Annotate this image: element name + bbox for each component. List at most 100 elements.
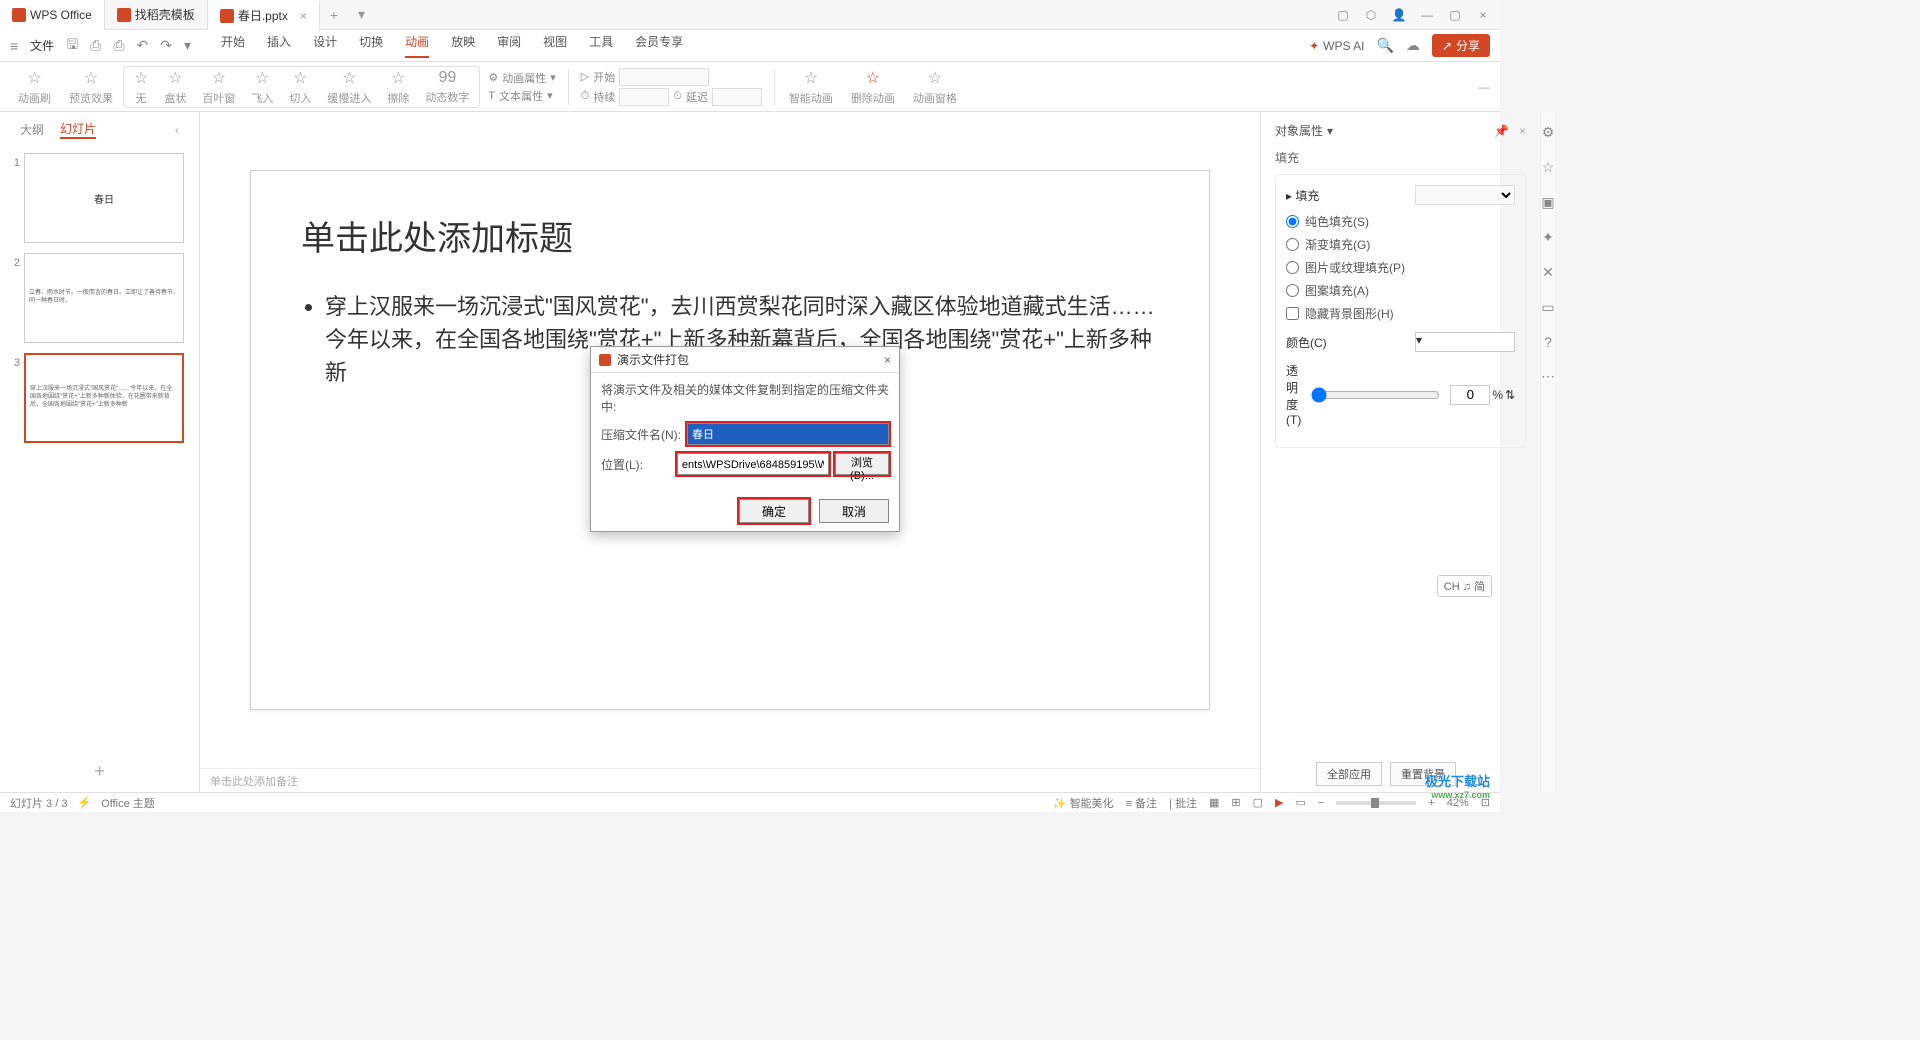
slides-tab[interactable]: 幻灯片 xyxy=(60,120,96,139)
color-picker[interactable]: ▾ xyxy=(1415,332,1515,352)
tab-template[interactable]: 找稻壳模板 xyxy=(105,0,208,30)
settings-icon[interactable]: ⚙ xyxy=(1542,124,1555,141)
star-icon[interactable]: ☆ xyxy=(1542,159,1555,176)
fill-solid-radio[interactable] xyxy=(1286,215,1299,228)
puzzle-icon[interactable]: ✦ xyxy=(1542,229,1554,246)
add-slide-button[interactable]: + xyxy=(0,751,199,792)
effect-dyn-number[interactable]: 99动态数字 xyxy=(417,69,477,105)
share-button[interactable]: ↗分享 xyxy=(1432,34,1490,57)
animation-pane[interactable]: ☆动画窗格 xyxy=(905,68,965,106)
tab-animation[interactable]: 动画 xyxy=(405,33,429,58)
pin-icon[interactable]: 📌 xyxy=(1494,124,1509,138)
duration-input[interactable] xyxy=(619,88,669,106)
palette-icon[interactable]: ✕ xyxy=(1542,264,1554,281)
tab-start[interactable]: 开始 xyxy=(221,33,245,58)
tab-design[interactable]: 设计 xyxy=(313,33,337,58)
maximize-icon[interactable]: ▢ xyxy=(1448,8,1462,22)
tab-slideshow[interactable]: 放映 xyxy=(451,33,475,58)
lightning-icon[interactable]: ⚡ xyxy=(77,796,91,809)
stepper-icon[interactable]: ⇅ xyxy=(1505,388,1515,402)
fill-picture-radio[interactable] xyxy=(1286,261,1299,274)
effect-slowenter[interactable]: ☆缓慢进入 xyxy=(319,68,379,106)
avatar-icon[interactable]: 👤 xyxy=(1392,8,1406,22)
app-icon-2[interactable]: ⬡ xyxy=(1364,8,1378,22)
hamburger-icon[interactable]: ≡ xyxy=(10,38,18,54)
fill-select[interactable] xyxy=(1415,185,1515,205)
minimize-icon[interactable]: — xyxy=(1420,8,1434,22)
file-menu[interactable]: 文件 xyxy=(30,37,54,54)
comments-button[interactable]: | 批注 xyxy=(1169,795,1197,811)
redo-icon[interactable]: ↷ xyxy=(160,37,172,54)
zoom-slider[interactable] xyxy=(1336,801,1416,805)
fill-gradient-radio[interactable] xyxy=(1286,238,1299,251)
tab-transition[interactable]: 切换 xyxy=(359,33,383,58)
close-icon[interactable]: × xyxy=(300,9,307,23)
effect-box[interactable]: ☆盒状 xyxy=(156,68,194,106)
zoom-out-icon[interactable]: − xyxy=(1318,797,1324,809)
animation-gallery[interactable]: ☆无 ☆盒状 ☆百叶窗 ☆飞入 ☆切入 ☆缓慢进入 ☆擦除 99动态数字 xyxy=(123,66,480,108)
view-reading-icon[interactable]: ▢ xyxy=(1253,796,1263,809)
ime-indicator[interactable]: CH ♫ 简 xyxy=(1437,575,1492,597)
start-input[interactable] xyxy=(619,68,709,86)
cloud-icon[interactable]: ☁ xyxy=(1406,37,1420,54)
print-preview-icon[interactable]: ⎙ xyxy=(113,37,124,54)
view-slideshow-start-icon[interactable]: ▭ xyxy=(1295,796,1305,809)
tab-file[interactable]: 春日.pptx× xyxy=(208,0,320,30)
effect-cutin[interactable]: ☆切入 xyxy=(281,68,319,106)
undo-icon[interactable]: ↶ xyxy=(137,37,149,54)
collapse-panel-icon[interactable]: ‹ xyxy=(175,123,179,137)
tab-wps-home[interactable]: WPS Office xyxy=(0,0,105,30)
view-normal-icon[interactable]: ▦ xyxy=(1209,796,1219,809)
outline-tab[interactable]: 大纲 xyxy=(20,121,44,138)
close-window-icon[interactable]: × xyxy=(1476,8,1490,22)
tab-tools[interactable]: 工具 xyxy=(589,33,613,58)
fill-tab[interactable]: 填充 xyxy=(1275,149,1526,166)
preview-effect[interactable]: ☆预览效果 xyxy=(61,68,121,106)
collapse-ribbon-icon[interactable]: — xyxy=(1478,80,1490,94)
cancel-button[interactable]: 取消 xyxy=(819,499,889,523)
apply-all-button[interactable]: 全部应用 xyxy=(1316,762,1382,786)
tab-dropdown[interactable]: ▾ xyxy=(348,6,375,23)
new-tab-button[interactable]: + xyxy=(320,7,348,23)
filename-input[interactable] xyxy=(687,423,889,445)
more-icon[interactable]: ⋯ xyxy=(1541,368,1555,385)
wps-ai-button[interactable]: ✦WPS AI xyxy=(1309,39,1364,53)
location-input[interactable] xyxy=(677,453,829,475)
smart-animation[interactable]: ☆智能动画 xyxy=(781,68,841,106)
folder-icon[interactable]: ▭ xyxy=(1541,299,1554,316)
tab-review[interactable]: 审阅 xyxy=(497,33,521,58)
beautify-button[interactable]: ✨ 智能美化 xyxy=(1053,795,1114,811)
notes-placeholder[interactable]: 单击此处添加备注 xyxy=(200,768,1260,792)
close-icon[interactable]: × xyxy=(884,353,891,367)
thumb-2[interactable]: 2立春、雨水时节。一般而言的春日。立即让了善待春节、同一种春日时。 xyxy=(6,253,193,343)
delete-animation[interactable]: ☆删除动画 xyxy=(843,68,903,106)
ok-button[interactable]: 确定 xyxy=(739,499,809,523)
thumb-3[interactable]: 3穿上汉服来一场沉浸式"国风赏花"……今年以来，在全国各地围绕"赏花+"上新多种… xyxy=(6,353,193,443)
print-icon[interactable]: ⎙ xyxy=(90,37,101,54)
layers-icon[interactable]: ▣ xyxy=(1541,194,1554,211)
effect-flyin[interactable]: ☆飞入 xyxy=(243,68,281,106)
tab-insert[interactable]: 插入 xyxy=(267,33,291,58)
hide-bg-checkbox[interactable] xyxy=(1286,307,1299,320)
notes-button[interactable]: ≡ 备注 xyxy=(1126,795,1157,811)
effect-none[interactable]: ☆无 xyxy=(126,68,156,106)
transparency-input[interactable] xyxy=(1450,385,1490,405)
close-icon[interactable]: × xyxy=(1519,124,1526,138)
text-property[interactable]: T文本属性▾ xyxy=(488,88,555,104)
save-icon[interactable]: 🖫 xyxy=(66,34,78,58)
animation-property[interactable]: ⚙动画属性▾ xyxy=(488,70,555,86)
animation-painter[interactable]: ☆动画刷 xyxy=(10,68,59,106)
chevron-down-icon[interactable]: ▾ xyxy=(1327,124,1333,138)
delay-input[interactable] xyxy=(712,88,762,106)
browse-button[interactable]: 浏览(B)... xyxy=(835,453,889,475)
app-icon-1[interactable]: ▢ xyxy=(1336,8,1350,22)
slide-title-placeholder[interactable]: 单击此处添加标题 xyxy=(301,211,1159,260)
fill-pattern-radio[interactable] xyxy=(1286,284,1299,297)
transparency-slider[interactable] xyxy=(1311,387,1440,403)
help-icon[interactable]: ? xyxy=(1544,334,1552,350)
search-icon[interactable]: 🔍 xyxy=(1376,37,1393,54)
tab-view[interactable]: 视图 xyxy=(543,33,567,58)
effect-blinds[interactable]: ☆百叶窗 xyxy=(194,68,243,106)
view-slideshow-icon[interactable]: ▶ xyxy=(1275,796,1283,809)
tab-member[interactable]: 会员专享 xyxy=(635,33,683,58)
